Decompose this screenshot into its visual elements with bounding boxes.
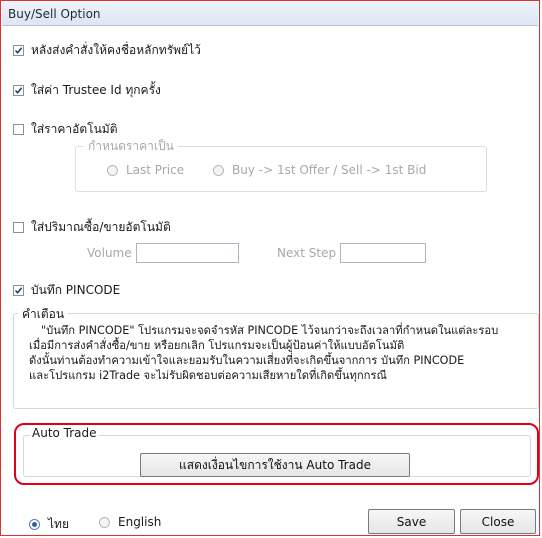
offer-bid-radio[interactable]: Buy -> 1st Offer / Sell -> 1st Bid [213,163,426,177]
auto-price-label: ใส่ราคาอัตโนมัติ [31,122,118,136]
warning-line: ดังนั้นท่านต้องทำความเข้าใจและยอมรับในคว… [29,354,465,367]
last-price-radio[interactable]: Last Price [107,163,184,177]
window-title: Buy/Sell Option [2,2,538,26]
save-pincode-checkbox[interactable] [13,285,24,296]
language-thai-radio[interactable]: ไทย [29,515,69,534]
language-english-radio[interactable]: English [99,515,161,529]
keep-symbol-option[interactable]: หลังส่งคำสั่งให้คงชื่อหลักทรัพย์ไว้ [13,41,201,60]
close-button[interactable]: Close [460,509,536,534]
warning-line: และโปรแกรม i2Trade จะไม่รับผิดชอบต่อความ… [29,369,387,382]
trustee-id-option[interactable]: ใส่ค่า Trustee Id ทุกครั้ง [13,81,161,100]
volume-label: Volume [87,246,132,260]
trustee-id-label: ใส่ค่า Trustee Id ทุกครั้ง [31,83,161,97]
auto-volume-label: ใส่ปริมาณซื้อ/ขายอัตโนมัติ [31,220,171,234]
volume-input[interactable] [136,243,239,263]
save-pincode-option[interactable]: บันทึก PINCODE [13,281,120,300]
price-mode-legend: กำหนดราคาเป็น [84,139,178,153]
auto-price-option[interactable]: ใส่ราคาอัตโนมัติ [13,120,117,139]
keep-symbol-label: หลังส่งคำสั่งให้คงชื่อหลักทรัพย์ไว้ [31,43,201,57]
auto-trade-highlight [14,423,539,485]
auto-volume-checkbox[interactable] [13,222,24,233]
thai-label: ไทย [48,517,69,531]
last-price-label: Last Price [126,163,185,177]
offer-bid-label: Buy -> 1st Offer / Sell -> 1st Bid [232,163,427,177]
last-price-radio-circle[interactable] [107,164,118,176]
warning-line: เมื่อมีการส่งคำสั่งซื้อ/ขาย หรือยกเลิก โ… [29,339,405,352]
offer-bid-radio-circle[interactable] [213,164,224,176]
save-button[interactable]: Save [368,509,455,534]
next-step-input[interactable] [340,243,426,263]
next-step-label: Next Step [277,246,337,260]
keep-symbol-checkbox[interactable] [13,45,24,56]
buy-sell-option-dialog: Buy/Sell Option หลังส่งคำสั่งให้คงชื่อหล… [0,0,540,536]
warning-line: "บันทึก PINCODE" โปรแกรมจะจดจำรหัส PINCO… [41,324,499,337]
thai-radio-circle[interactable] [29,519,40,530]
auto-volume-option[interactable]: ใส่ปริมาณซื้อ/ขายอัตโนมัติ [13,218,171,237]
trustee-id-checkbox[interactable] [13,85,24,96]
auto-price-checkbox[interactable] [13,124,24,135]
save-pincode-label: บันทึก PINCODE [31,283,121,297]
english-label: English [118,515,162,529]
warning-legend: คำเตือน [18,307,69,321]
english-radio-circle[interactable] [99,516,110,528]
warning-text: "บันทึก PINCODE" โปรแกรมจะจดจำรหัส PINCO… [29,323,539,383]
